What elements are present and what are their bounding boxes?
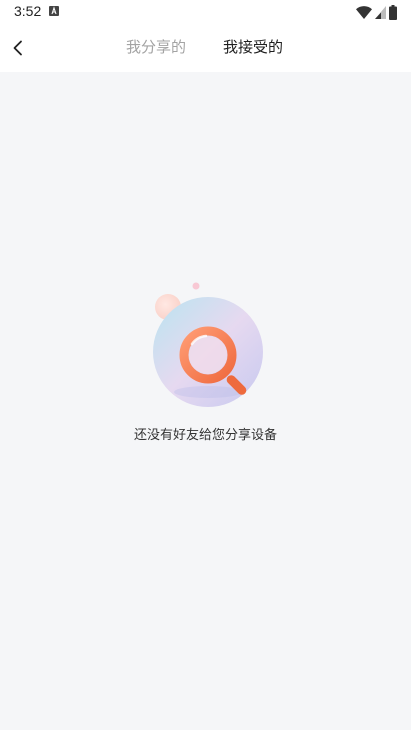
magnifier-search-icon [153,282,263,407]
chevron-left-icon [13,40,22,56]
wifi-icon [356,5,372,19]
back-button[interactable] [4,34,32,62]
tab-my-received[interactable]: 我接受的 [223,37,283,57]
empty-state-message: 还没有好友给您分享设备 [133,428,277,443]
empty-state: 还没有好友给您分享设备 [0,280,411,460]
screen: 3:52 我分享的 我接受的 还没有好友给您分享设备 [0,0,411,730]
a-notification-icon [49,6,59,16]
status-time: 3:52 [14,3,42,19]
status-bar: 3:52 [0,0,411,24]
header: 我分享的 我接受的 [0,24,411,72]
status-icons [356,4,397,20]
signal-icon [375,5,386,19]
tab-my-shared[interactable]: 我分享的 [126,37,186,57]
battery-icon [389,4,397,20]
